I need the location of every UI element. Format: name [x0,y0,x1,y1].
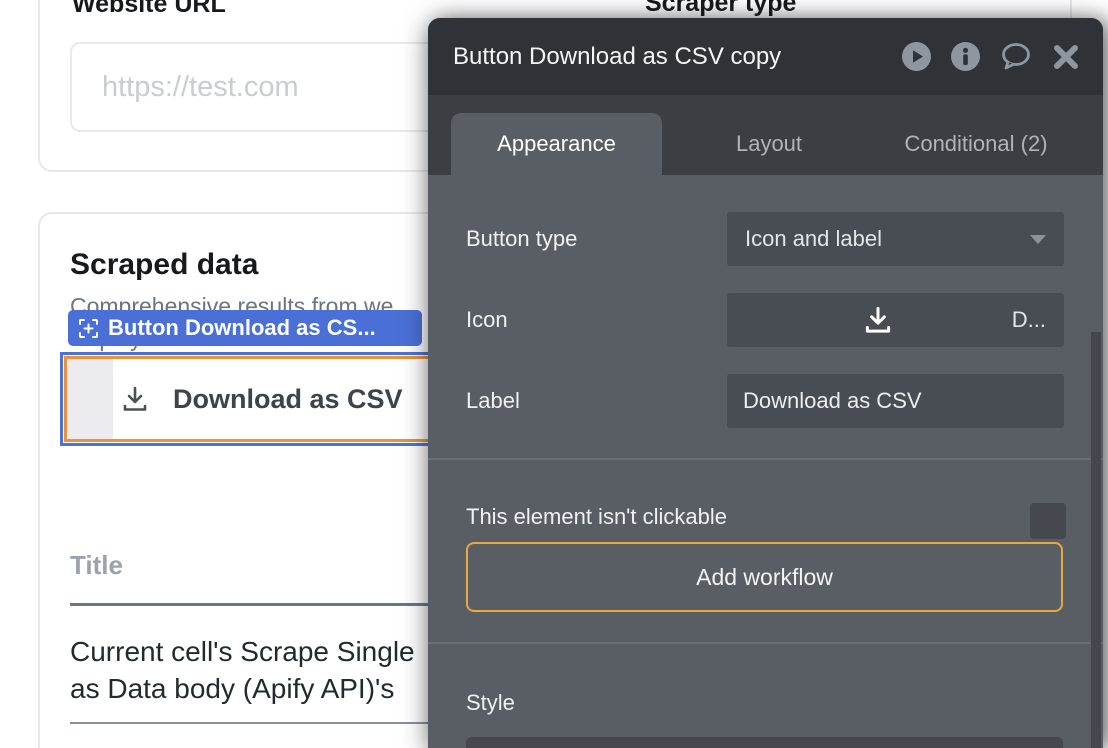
download-csv-button-label: Download as CSV [173,384,403,415]
style-section-label: Style [466,690,515,716]
table-row-divider [70,722,432,724]
selected-element-badge-label: Button Download as CS... [108,315,376,341]
clickable-checkbox[interactable] [1030,503,1066,539]
not-clickable-note: This element isn't clickable [466,504,727,530]
panel-tabbar: Appearance Layout Conditional (2) [428,95,1103,175]
label-input[interactable]: Download as CSV [727,374,1064,428]
table-cell-line1: Current cell's Scrape Single [70,633,415,670]
scraped-data-heading: Scraped data [70,248,258,282]
button-type-label: Button type [466,226,577,252]
website-url-placeholder: https://test.com [102,71,299,104]
button-type-dropdown[interactable]: Icon and label [727,212,1064,266]
selected-element-badge[interactable]: Button Download as CS... [68,310,422,346]
tab-conditional[interactable]: Conditional (2) [866,113,1086,175]
panel-body: Button type Icon and label Icon D... Lab… [428,175,1103,748]
scraper-type-label: Scraper type [645,0,796,18]
bubble-editor-screen: Website URL Scraper type https://test.co… [0,0,1108,748]
info-icon[interactable] [950,41,981,72]
preview-play-icon[interactable] [901,41,932,72]
table-cell-line2: as Data body (Apify API)'s [70,670,415,707]
button-type-value: Icon and label [745,226,882,252]
chevron-down-icon [1030,235,1046,244]
section-divider [428,458,1103,460]
table-header-divider [70,603,432,606]
close-icon[interactable] [1051,42,1081,72]
property-editor-panel: Button Download as CSV copy [428,18,1103,748]
website-url-label: Website URL [72,0,226,19]
label-input-value: Download as CSV [743,388,922,414]
label-field-label: Label [466,388,520,414]
panel-scrollbar[interactable] [1091,332,1101,748]
icon-picker-value: D... [1012,307,1046,333]
panel-title: Button Download as CSV copy [453,43,901,71]
table-column-header-title: Title [70,550,123,581]
tab-layout[interactable]: Layout [694,113,844,175]
download-icon [119,383,151,415]
section-divider [428,642,1103,644]
download-icon [745,303,1012,337]
panel-header[interactable]: Button Download as CSV copy [428,18,1103,95]
button-icon-cell [67,359,113,439]
comment-bubble-icon[interactable] [999,41,1033,72]
icon-picker[interactable]: D... [727,293,1064,347]
add-workflow-button[interactable]: Add workflow [466,542,1063,612]
style-dropdown[interactable] [466,737,1063,748]
table-cell-text: Current cell's Scrape Single as Data bod… [70,633,415,707]
select-element-icon [78,318,99,339]
icon-field-label: Icon [466,307,508,333]
tab-appearance[interactable]: Appearance [451,113,662,175]
